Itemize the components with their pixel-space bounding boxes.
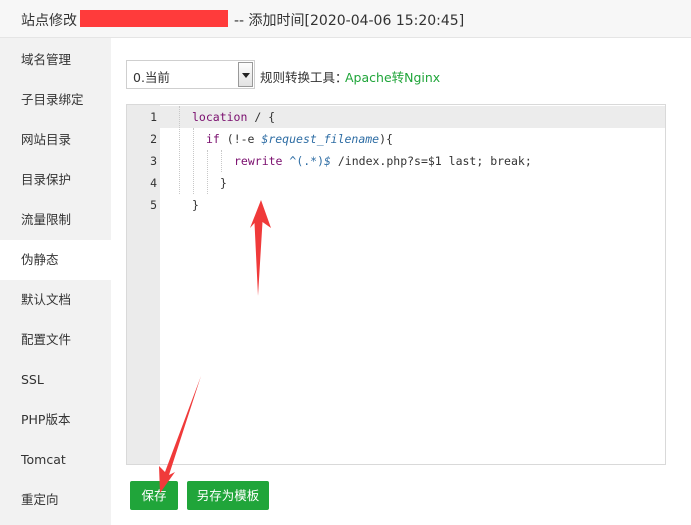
sidebar-item-default-doc[interactable]: 默认文档: [0, 280, 111, 320]
code-line-4: }: [220, 172, 227, 194]
sidebar-item-subdir-binding[interactable]: 子目录绑定: [0, 80, 111, 120]
sidebar-item-php-version[interactable]: PHP版本: [0, 400, 111, 440]
code-line-2: if (!-e $request_filename){: [206, 128, 393, 150]
indent-guide: [221, 150, 222, 172]
sidebar-item-dir-protection[interactable]: 目录保护: [0, 160, 111, 200]
rewrite-code-editor[interactable]: 1 2 3 4 5 location / { if (!-e $request_…: [126, 104, 666, 465]
settings-sidebar: 域名管理 子目录绑定 网站目录 目录保护 流量限制 伪静态 默认文档 配置文件 …: [0, 38, 111, 525]
code-text: }: [220, 176, 227, 190]
chevron-down-icon[interactable]: [238, 62, 253, 87]
code-line-5: }: [192, 194, 199, 216]
code-text: / {: [247, 110, 276, 124]
sidebar-item-rewrite[interactable]: 伪静态: [0, 240, 111, 280]
code-keyword: location: [192, 110, 248, 124]
sidebar-item-tomcat[interactable]: Tomcat: [0, 440, 111, 480]
indent-guide: [193, 128, 194, 194]
indent-guide: [207, 150, 208, 194]
indent-guide: [179, 106, 180, 194]
sidebar-item-site-directory[interactable]: 网站目录: [0, 120, 111, 160]
line-number: 5: [150, 198, 157, 212]
sidebar-item-domain[interactable]: 域名管理: [0, 40, 111, 80]
save-as-template-button[interactable]: 另存为模板: [187, 481, 269, 510]
code-regex: ^(.*): [282, 154, 325, 168]
code-variable: $: [324, 154, 331, 168]
code-text: (!-e: [219, 132, 262, 146]
title-added-time: -- 添加时间[2020-04-06 15:20:45]: [234, 13, 465, 29]
code-line-3: rewrite ^(.*)$ /index.php?s=$1 last; bre…: [234, 150, 532, 172]
save-button[interactable]: 保存: [130, 481, 178, 510]
sidebar-item-ssl[interactable]: SSL: [0, 360, 111, 400]
code-text: ){: [379, 132, 393, 146]
code-text: /index.php?s=$1 last; break;: [330, 154, 532, 168]
rule-converter-label: 规则转换工具：: [260, 70, 348, 85]
line-number: 4: [150, 176, 157, 190]
title-prefix: 站点修改: [21, 13, 77, 29]
code-keyword: if: [206, 132, 220, 146]
code-keyword: rewrite: [234, 154, 283, 168]
sidebar-item-config-file[interactable]: 配置文件: [0, 320, 111, 360]
code-line-1: location / {: [192, 106, 275, 128]
apache-to-nginx-link[interactable]: Apache转Nginx: [345, 67, 440, 86]
sidebar-item-traffic-limit[interactable]: 流量限制: [0, 200, 111, 240]
redacted-site-name: [80, 10, 228, 27]
dialog-titlebar: 站点修改 -- 添加时间[2020-04-06 15:20:45]: [0, 0, 691, 38]
code-text: }: [192, 198, 199, 212]
rewrite-template-select[interactable]: 0.当前: [126, 60, 255, 89]
sidebar-item-redirect[interactable]: 重定向: [0, 480, 111, 520]
line-number: 1: [150, 110, 157, 124]
code-variable: $request_filename: [261, 132, 380, 146]
line-number: 3: [150, 154, 157, 168]
line-number: 2: [150, 132, 157, 146]
select-value: 0.当前: [133, 70, 170, 85]
